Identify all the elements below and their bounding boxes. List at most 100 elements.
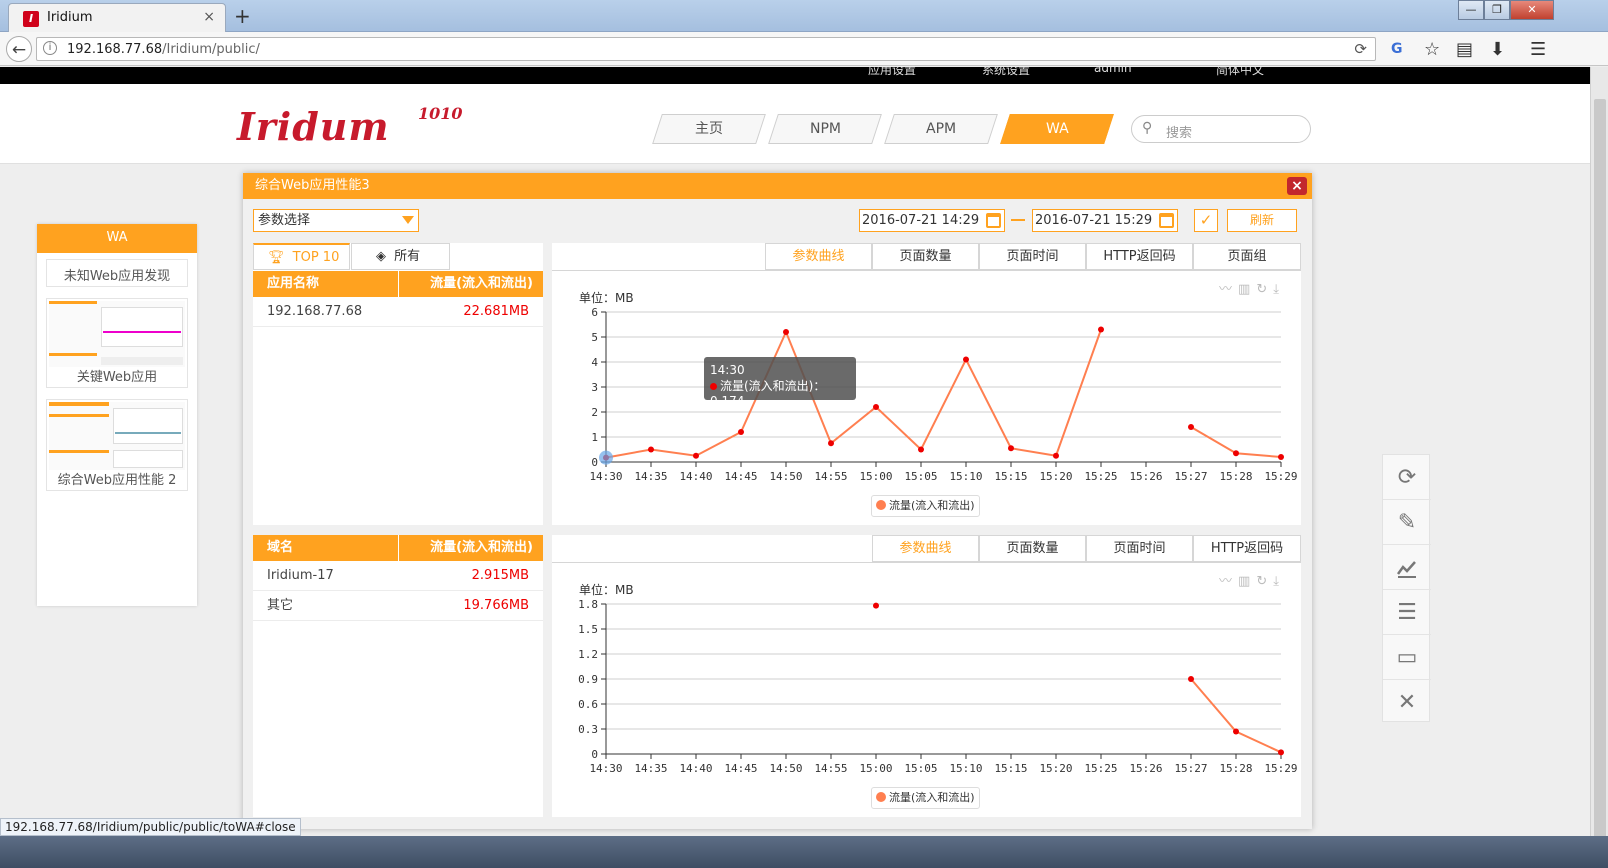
- col-traffic[interactable]: 流量(流入和流出): [430, 535, 533, 561]
- table-row[interactable]: Iridium-17 2.915MB: [253, 561, 543, 591]
- menu-icon[interactable]: ☰: [1530, 39, 1546, 60]
- data-point: [738, 429, 744, 435]
- card-key-web-app[interactable]: 关键Web应用: [46, 298, 188, 388]
- download-icon[interactable]: ⬇: [1490, 39, 1505, 60]
- domain-panel: 域名 流量(流入和流出) Iridium-17 2.915MB 其它 19.76…: [253, 535, 543, 817]
- data-point: [1278, 454, 1284, 460]
- line-chart-icon[interactable]: [1383, 545, 1431, 590]
- web-perf-dialog: 综合Web应用性能3 × 参数选择 2016-07-21 14:29 2016-…: [243, 173, 1312, 829]
- chart-tooltip: 14:30 流量(流入和流出)：0.174: [704, 357, 856, 408]
- y-tick-label: 0: [591, 748, 598, 761]
- wa-sidebar: WA 未知Web应用发现 关键Web应用 综合Web应用性能 2: [37, 224, 197, 606]
- x-tick-label: 15:25: [1084, 762, 1117, 775]
- param-select[interactable]: 参数选择: [253, 209, 419, 232]
- date-to-input[interactable]: 2016-07-21 15:29: [1032, 209, 1178, 232]
- x-tick-label: 14:30: [589, 762, 622, 775]
- apps-panel: 🏆︎ TOP 10 ◈ 所有 应用名称 流量(流入和流出) 192.168.77…: [253, 243, 543, 525]
- y-tick-label: 6: [591, 306, 598, 319]
- page-viewport: 应用设置 系统设置 admin 简体中文 Iridum 1010 主页 NPM …: [0, 67, 1590, 868]
- tooltip-dot-icon: [710, 383, 717, 390]
- iridium-logo[interactable]: Iridum: [237, 104, 390, 149]
- y-tick-label: 0: [591, 456, 598, 469]
- chart-legend[interactable]: 流量(流入和流出): [871, 495, 980, 517]
- monitor-icon[interactable]: ▭: [1383, 635, 1431, 680]
- data-point: [1278, 749, 1284, 756]
- calendar-icon[interactable]: [1159, 213, 1174, 228]
- y-tick-label: 0.6: [578, 698, 598, 711]
- data-point: [783, 329, 789, 335]
- card-web-app-perf-2[interactable]: 综合Web应用性能 2: [46, 399, 188, 491]
- confirm-button[interactable]: ✓: [1194, 209, 1218, 232]
- new-tab-button[interactable]: +: [234, 4, 251, 28]
- chart-legend[interactable]: 流量(流入和流出): [871, 787, 980, 809]
- search-input[interactable]: ⚲ 搜索: [1131, 115, 1311, 143]
- param-select-value: 参数选择: [258, 213, 311, 228]
- y-tick-label: 1.5: [578, 623, 598, 636]
- os-taskbar: [0, 836, 1608, 868]
- table-row[interactable]: 其它 19.766MB: [253, 591, 543, 621]
- site-info-icon[interactable]: i: [43, 41, 57, 55]
- nav-wa[interactable]: WA: [1000, 114, 1114, 144]
- data-point: [1053, 452, 1059, 459]
- minimize-button[interactable]: —: [1458, 0, 1484, 20]
- calendar-icon[interactable]: [986, 213, 1001, 228]
- top-link-admin[interactable]: admin: [1094, 67, 1132, 75]
- page-scrollbar[interactable]: [1590, 67, 1608, 868]
- tab-label: TOP 10: [292, 250, 340, 265]
- close-icon[interactable]: ✕: [1383, 680, 1431, 725]
- tab-top10[interactable]: 🏆︎ TOP 10: [253, 243, 350, 270]
- nav-home[interactable]: 主页: [652, 114, 766, 144]
- tab-all[interactable]: ◈ 所有: [351, 243, 450, 270]
- date-from-input[interactable]: 2016-07-21 14:29: [859, 209, 1005, 232]
- browser-tab[interactable]: I Iridium ×: [8, 3, 226, 32]
- dialog-close-button[interactable]: ×: [1287, 177, 1307, 195]
- logo-number: 1010: [418, 104, 463, 123]
- site-header: Iridum 1010 主页 NPM APM WA ⚲ 搜索: [0, 84, 1590, 164]
- traffic-chart-panel-top: 参数曲线 页面数量 页面时间 HTTP返回码 页面组 〰 ▥ ↻ ⤓ 单位：MB 01…: [552, 243, 1301, 525]
- nav-apm[interactable]: APM: [884, 114, 998, 144]
- browser-navbar: ← i 192.168.77.68/Iridium/public/ ⟳ G ☆ …: [0, 32, 1608, 66]
- google-icon[interactable]: G: [1391, 41, 1403, 57]
- y-tick-label: 2: [591, 406, 598, 419]
- x-tick-label: 15:00: [859, 762, 892, 775]
- floating-toolbar: ⟳ ✎ ☰ ▭ ✕: [1382, 454, 1431, 725]
- table-row[interactable]: 192.168.77.68 22.681MB: [253, 297, 543, 327]
- traffic-line-chart-top[interactable]: 0 1 2 3 4 5 6 14:30 14:35 14:40 14:45 14:50 14:55 15:…: [552, 243, 1301, 525]
- domain-traffic: 19.766MB: [463, 598, 529, 613]
- iridium-favicon-icon: I: [23, 11, 39, 27]
- x-tick-label: 15:27: [1174, 762, 1207, 775]
- maximize-button[interactable]: ❐: [1484, 0, 1510, 20]
- refresh-icon[interactable]: ⟳: [1383, 455, 1431, 500]
- window-close-button[interactable]: ✕: [1510, 0, 1554, 20]
- bookmark-star-icon[interactable]: ☆: [1424, 39, 1440, 60]
- edit-icon[interactable]: ✎: [1383, 500, 1431, 545]
- data-point: [1233, 728, 1239, 735]
- domain-traffic: 2.915MB: [471, 568, 529, 583]
- nav-npm[interactable]: NPM: [768, 114, 882, 144]
- col-app-name[interactable]: 应用名称: [267, 271, 319, 297]
- back-button[interactable]: ←: [6, 36, 32, 62]
- card-unknown-web-app[interactable]: 未知Web应用发现: [46, 259, 188, 287]
- data-point: [648, 446, 654, 453]
- tab-close-button[interactable]: ×: [203, 9, 215, 25]
- sidebar-title: WA: [37, 224, 197, 253]
- refresh-button[interactable]: 刷新: [1227, 209, 1297, 232]
- document-icon[interactable]: ☰: [1383, 590, 1431, 635]
- top-link-language[interactable]: 简体中文: [1216, 67, 1264, 78]
- app-traffic: 22.681MB: [463, 304, 529, 319]
- card-label: 未知Web应用发现: [63, 269, 171, 284]
- col-traffic[interactable]: 流量(流入和流出): [430, 271, 533, 297]
- traffic-line-chart-bottom[interactable]: 0 0.3 0.6 0.9 1.2 1.5 1.8 14:30 14:35 14:40 14:45 1…: [552, 535, 1301, 817]
- top-link-system-settings[interactable]: 系统设置: [982, 67, 1030, 78]
- x-tick-label: 15:00: [859, 470, 892, 483]
- top-link-app-settings[interactable]: 应用设置: [868, 67, 916, 78]
- legend-label: 流量(流入和流出): [889, 499, 975, 512]
- address-bar[interactable]: i 192.168.77.68/Iridium/public/ ⟳: [36, 37, 1376, 61]
- reading-list-icon[interactable]: ▤: [1456, 39, 1473, 60]
- tooltip-text: 流量(流入和流出)：0.174: [710, 379, 826, 408]
- scrollbar-thumb[interactable]: [1594, 99, 1606, 839]
- reload-icon[interactable]: ⟳: [1354, 40, 1367, 58]
- data-point: [1233, 450, 1239, 457]
- x-tick-label: 14:40: [679, 470, 712, 483]
- col-domain[interactable]: 域名: [267, 535, 293, 561]
